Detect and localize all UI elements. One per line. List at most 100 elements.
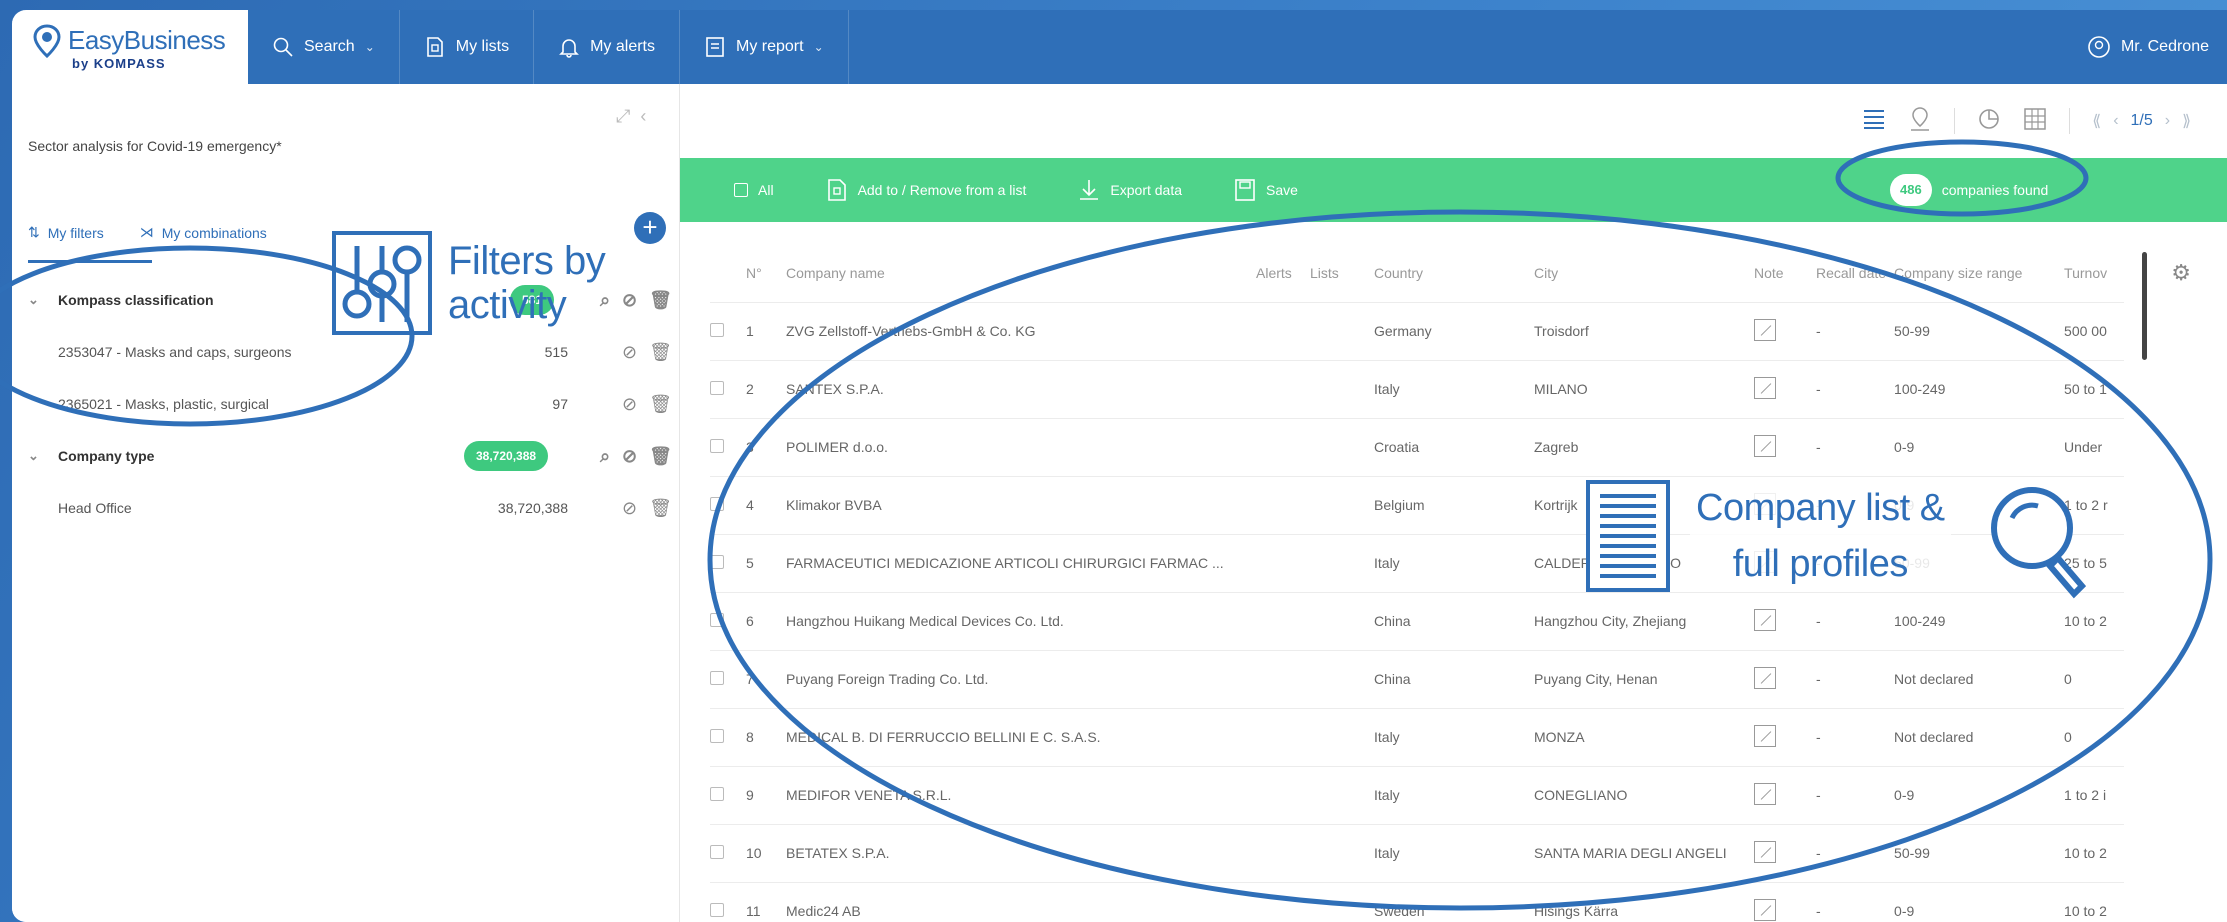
row-note[interactable] <box>1754 591 1816 650</box>
chevron-down-icon[interactable]: ⌄ <box>28 448 39 464</box>
trash-icon[interactable]: 🗑 <box>649 342 672 363</box>
col-turnover[interactable]: Turnov <box>2064 244 2124 302</box>
row-note[interactable] <box>1754 359 1816 418</box>
row-note[interactable] <box>1754 301 1816 360</box>
row-checkbox[interactable] <box>710 417 746 476</box>
col-recall[interactable]: Recall date <box>1816 244 1894 302</box>
col-alerts[interactable]: Alerts <box>1256 244 1310 302</box>
select-all-checkbox[interactable]: All <box>734 182 774 198</box>
row-note[interactable] <box>1754 707 1816 766</box>
trash-icon[interactable]: 🗑 <box>649 394 672 415</box>
row-note[interactable] <box>1754 649 1816 708</box>
checkbox[interactable] <box>710 554 724 569</box>
col-city[interactable]: City <box>1534 244 1754 302</box>
trash-icon[interactable]: 🗑 <box>649 498 672 519</box>
table-row[interactable]: 6 Hangzhou Huikang Medical Devices Co. Lt… <box>710 591 2125 650</box>
check-circle-icon[interactable]: ⊘ <box>622 446 637 467</box>
expand-icon[interactable]: ⤢ <box>616 106 630 127</box>
check-circle-icon[interactable]: ⊘ <box>622 342 637 363</box>
note-edit-icon[interactable] <box>1754 608 1776 631</box>
note-edit-icon[interactable] <box>1754 898 1776 921</box>
col-lists[interactable]: Lists <box>1310 244 1374 302</box>
nav-my-report[interactable]: My report ⌄ <box>680 10 849 84</box>
tree-item[interactable]: 2365021 - Masks, plastic, surgical 97 ⊘ 🗑 <box>12 378 680 430</box>
note-edit-icon[interactable] <box>1754 376 1776 399</box>
row-note[interactable] <box>1754 765 1816 824</box>
checkbox[interactable] <box>710 496 724 511</box>
user-menu[interactable]: Mr. Cedrone <box>2087 10 2209 84</box>
row-checkbox[interactable] <box>710 475 746 534</box>
checkbox[interactable] <box>710 728 724 743</box>
zoom-icon[interactable]: ⌕ <box>600 446 610 467</box>
row-checkbox[interactable] <box>710 591 746 650</box>
row-note[interactable] <box>1754 881 1816 922</box>
row-checkbox[interactable] <box>710 533 746 592</box>
row-num: 11 <box>746 881 786 922</box>
col-name[interactable]: Company name <box>786 244 1256 302</box>
checkbox[interactable] <box>710 670 724 685</box>
check-circle-icon[interactable]: ⊘ <box>622 498 637 519</box>
nav-search[interactable]: Search ⌄ <box>248 10 400 84</box>
note-edit-icon[interactable] <box>1754 318 1776 341</box>
checkbox[interactable] <box>710 786 724 801</box>
note-edit-icon[interactable] <box>1754 434 1776 457</box>
tree-item[interactable]: Head Office 38,720,388 ⊘ 🗑 <box>12 482 680 534</box>
checkbox[interactable] <box>710 438 724 453</box>
row-note[interactable] <box>1754 417 1816 476</box>
last-page-icon[interactable]: ⟫ <box>2182 111 2191 131</box>
checkbox[interactable] <box>710 902 724 917</box>
collapse-icon[interactable]: ‹ <box>640 106 646 127</box>
trash-icon[interactable]: 🗑 <box>649 446 672 467</box>
tab-my-filters[interactable]: ⇅ My filters <box>28 224 104 241</box>
tab-my-combinations[interactable]: ⋊ My combinations <box>140 224 267 241</box>
next-page-icon[interactable]: › <box>2165 112 2170 130</box>
nav-my-alerts[interactable]: My alerts <box>534 10 680 84</box>
table-row[interactable]: 7 Puyang Foreign Trading Co. Ltd. China Puy… <box>710 649 2125 708</box>
col-note[interactable]: Note <box>1754 244 1816 302</box>
checkbox[interactable] <box>710 322 724 337</box>
row-checkbox[interactable] <box>710 881 746 922</box>
checkbox[interactable] <box>710 380 724 395</box>
note-edit-icon[interactable] <box>1754 724 1776 747</box>
row-checkbox[interactable] <box>710 765 746 824</box>
note-edit-icon[interactable] <box>1754 666 1776 689</box>
row-turnover: Under <box>2064 417 2125 476</box>
prev-page-icon[interactable]: ‹ <box>2113 112 2118 130</box>
row-checkbox[interactable] <box>710 301 746 360</box>
checkbox[interactable] <box>710 612 724 627</box>
table-row[interactable]: 1 ZVG Zellstoff-Vertriebs-GmbH & Co. KG Ge… <box>710 301 2125 360</box>
nav-my-lists[interactable]: My lists <box>400 10 535 84</box>
grid-icon[interactable] <box>2023 107 2047 136</box>
row-checkbox[interactable] <box>710 823 746 882</box>
table-row[interactable]: 10 BETATEX S.P.A. Italy SANTA MARIA DEGLI A… <box>710 823 2125 882</box>
row-checkbox[interactable] <box>710 359 746 418</box>
table-row[interactable]: 2 SANTEX S.P.A. Italy MILANO -100-249 50 to 1 <box>710 359 2125 418</box>
col-num[interactable]: N° <box>746 244 786 302</box>
row-checkbox[interactable] <box>710 649 746 708</box>
checkbox[interactable] <box>710 844 724 859</box>
first-page-icon[interactable]: ⟪ <box>2092 111 2101 131</box>
tree-group-company-type[interactable]: ⌄ Company type 38,720,388 ⌕ ⊘ 🗑 <box>12 430 680 482</box>
row-note[interactable] <box>1754 823 1816 882</box>
note-edit-icon[interactable] <box>1754 840 1776 863</box>
row-checkbox[interactable] <box>710 707 746 766</box>
col-country[interactable]: Country <box>1374 244 1534 302</box>
table-row[interactable]: 9 MEDIFOR VENETA S.R.L. Italy CONEGLIANO -0-… <box>710 765 2125 824</box>
list-view-icon[interactable] <box>1862 108 1886 135</box>
vertical-scrollbar[interactable] <box>2142 252 2147 360</box>
map-pin-icon[interactable] <box>1908 106 1932 137</box>
table-row[interactable]: 3 POLIMER d.o.o. Croatia Zagreb -0-9 Under <box>710 417 2125 476</box>
note-edit-icon[interactable] <box>1754 782 1776 805</box>
export-data-button[interactable]: Export data <box>1078 178 1182 202</box>
logo[interactable]: EasyBusiness by KOMPASS <box>12 10 248 84</box>
check-circle-icon[interactable]: ⊘ <box>622 394 637 415</box>
table-row[interactable]: 11 Medic24 AB Sweden Hisings Kärra -0-9 10 to… <box>710 881 2125 922</box>
gear-icon[interactable]: ⚙ <box>2171 260 2191 286</box>
pie-chart-icon[interactable] <box>1977 107 2001 136</box>
col-size[interactable]: Company size range <box>1894 244 2064 302</box>
table-row[interactable]: 8 MEDICAL B. DI FERRUCCIO BELLINI E C. S.… <box>710 707 2125 766</box>
chevron-down-icon[interactable]: ⌄ <box>28 292 39 308</box>
checkbox[interactable] <box>734 183 748 197</box>
add-remove-list-button[interactable]: Add to / Remove from a list <box>826 178 1026 202</box>
save-button[interactable]: Save <box>1234 178 1298 202</box>
